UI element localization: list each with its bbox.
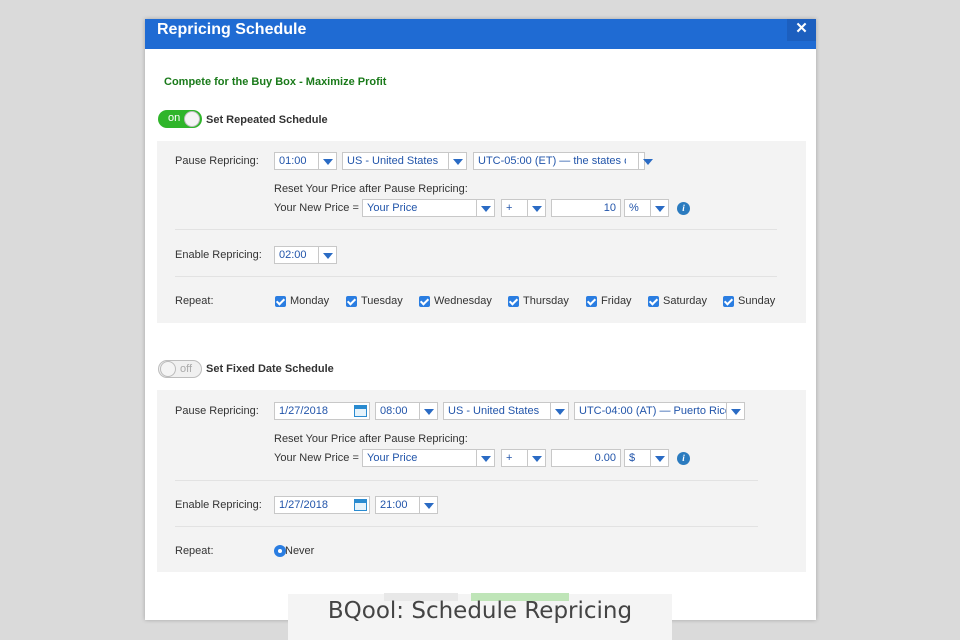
new-price-label: Your New Price = bbox=[274, 202, 359, 214]
price-base-value: Your Price bbox=[367, 202, 418, 214]
reset-price-label: Reset Your Price after Pause Repricing: bbox=[274, 433, 468, 445]
chevron-down-icon bbox=[527, 450, 545, 466]
pause-date-value: 1/27/2018 bbox=[279, 405, 328, 417]
divider bbox=[175, 229, 777, 230]
sunday-label: Sunday bbox=[738, 295, 776, 307]
chevron-down-icon bbox=[419, 403, 437, 419]
divider bbox=[175, 526, 758, 527]
wednesday-checkbox[interactable] bbox=[419, 296, 430, 307]
toggle-knob bbox=[160, 361, 176, 377]
chevron-down-icon bbox=[726, 403, 744, 419]
enable-date-value: 1/27/2018 bbox=[279, 499, 328, 511]
chevron-down-icon bbox=[318, 247, 336, 263]
monday-checkbox[interactable] bbox=[275, 296, 286, 307]
toggle-knob bbox=[184, 111, 200, 127]
thursday-checkbox[interactable] bbox=[508, 296, 519, 307]
enable-repricing-label: Enable Repricing: bbox=[175, 249, 262, 261]
divider bbox=[175, 480, 758, 481]
chevron-down-icon bbox=[318, 153, 336, 169]
wednesday-label: Wednesday bbox=[434, 295, 492, 307]
unit-select[interactable]: $ bbox=[624, 449, 669, 467]
friday-checkbox[interactable] bbox=[586, 296, 597, 307]
amount-input[interactable]: 10 bbox=[551, 199, 621, 217]
pause-country-value: US - United States bbox=[448, 405, 540, 417]
info-icon[interactable]: i bbox=[677, 452, 690, 465]
sunday-checkbox[interactable] bbox=[723, 296, 734, 307]
saturday-label: Saturday bbox=[663, 295, 708, 307]
tuesday-checkbox[interactable] bbox=[346, 296, 357, 307]
pause-time-select[interactable]: 08:00 bbox=[375, 402, 438, 420]
info-icon[interactable]: i bbox=[677, 202, 690, 215]
calendar-icon[interactable] bbox=[354, 405, 367, 417]
operator-select[interactable]: + bbox=[501, 199, 546, 217]
pause-time-select[interactable]: 01:00 bbox=[274, 152, 337, 170]
divider bbox=[175, 276, 777, 277]
enable-time-select[interactable]: 02:00 bbox=[274, 246, 337, 264]
pause-repricing-label: Pause Repricing: bbox=[175, 155, 259, 167]
amount-value: 10 bbox=[603, 202, 616, 214]
fixed-schedule-toggle[interactable]: off bbox=[158, 360, 202, 378]
enable-date-input[interactable]: 1/27/2018 bbox=[274, 496, 370, 514]
toggle-off-label: off bbox=[180, 363, 193, 375]
chevron-down-icon bbox=[550, 403, 568, 419]
amount-input[interactable]: 0.00 bbox=[551, 449, 621, 467]
dialog-header: Repricing Schedule ✕ bbox=[145, 19, 816, 49]
pause-timezone-value: UTC-04:00 (AT) — Puerto Rico bbox=[579, 405, 726, 417]
price-base-select[interactable]: Your Price bbox=[362, 199, 495, 217]
repricing-schedule-dialog: Repricing Schedule ✕ Compete for the Buy… bbox=[145, 19, 816, 620]
price-base-select[interactable]: Your Price bbox=[362, 449, 495, 467]
pause-country-select[interactable]: US - United States bbox=[443, 402, 569, 420]
pause-timezone-value: UTC-05:00 (ET) — the states o bbox=[478, 155, 626, 167]
dialog-title: Repricing Schedule bbox=[157, 21, 307, 38]
saturday-checkbox[interactable] bbox=[648, 296, 659, 307]
reset-price-label: Reset Your Price after Pause Repricing: bbox=[274, 183, 468, 195]
friday-label: Friday bbox=[601, 295, 632, 307]
repeated-schedule-toggle[interactable]: on bbox=[158, 110, 202, 128]
pause-timezone-select[interactable]: UTC-05:00 (ET) — the states o bbox=[473, 152, 653, 170]
repeat-label: Repeat: bbox=[175, 545, 214, 557]
repeated-schedule-panel: Pause Repricing: 01:00 US - United State… bbox=[157, 141, 806, 323]
chevron-down-icon bbox=[419, 497, 437, 513]
calendar-icon[interactable] bbox=[354, 499, 367, 511]
never-label: Never bbox=[285, 545, 315, 557]
chevron-down-icon bbox=[650, 450, 668, 466]
enable-repricing-label: Enable Repricing: bbox=[175, 499, 262, 511]
repeated-schedule-title: Set Repeated Schedule bbox=[206, 114, 328, 126]
dialog-subtitle: Compete for the Buy Box - Maximize Profi… bbox=[164, 76, 387, 88]
pause-country-value: US - United States bbox=[347, 155, 439, 167]
enable-time-value: 21:00 bbox=[380, 499, 408, 511]
pause-date-input[interactable]: 1/27/2018 bbox=[274, 402, 370, 420]
operator-value: + bbox=[506, 202, 513, 214]
chevron-down-icon bbox=[527, 200, 545, 216]
pause-country-select[interactable]: US - United States bbox=[342, 152, 467, 170]
chevron-down-icon bbox=[476, 450, 494, 466]
repeat-label: Repeat: bbox=[175, 295, 214, 307]
fixed-schedule-panel: Pause Repricing: 1/27/2018 08:00 US - Un… bbox=[157, 390, 806, 572]
monday-label: Monday bbox=[290, 295, 330, 307]
pause-repricing-label: Pause Repricing: bbox=[175, 405, 259, 417]
thursday-label: Thursday bbox=[523, 295, 569, 307]
image-caption: BQool: Schedule Repricing bbox=[327, 598, 633, 624]
close-button[interactable]: ✕ bbox=[787, 19, 816, 41]
tuesday-label: Tuesday bbox=[361, 295, 403, 307]
toggle-on-label: on bbox=[168, 112, 181, 124]
chevron-down-icon bbox=[638, 153, 653, 169]
unit-value: $ bbox=[629, 452, 636, 464]
chevron-down-icon bbox=[448, 153, 466, 169]
pause-timezone-select[interactable]: UTC-04:00 (AT) — Puerto Rico bbox=[574, 402, 745, 420]
new-price-label: Your New Price = bbox=[274, 452, 359, 464]
fixed-schedule-title: Set Fixed Date Schedule bbox=[206, 363, 334, 375]
enable-time-select[interactable]: 21:00 bbox=[375, 496, 438, 514]
operator-value: + bbox=[506, 452, 513, 464]
enable-time-value: 02:00 bbox=[279, 249, 307, 261]
amount-value: 0.00 bbox=[594, 452, 616, 464]
pause-time-value: 08:00 bbox=[380, 405, 408, 417]
pause-time-value: 01:00 bbox=[279, 155, 307, 167]
price-base-value: Your Price bbox=[367, 452, 418, 464]
chevron-down-icon bbox=[650, 200, 668, 216]
operator-select[interactable]: + bbox=[501, 449, 546, 467]
unit-select[interactable]: % bbox=[624, 199, 669, 217]
unit-value: % bbox=[629, 202, 639, 214]
chevron-down-icon bbox=[476, 200, 494, 216]
